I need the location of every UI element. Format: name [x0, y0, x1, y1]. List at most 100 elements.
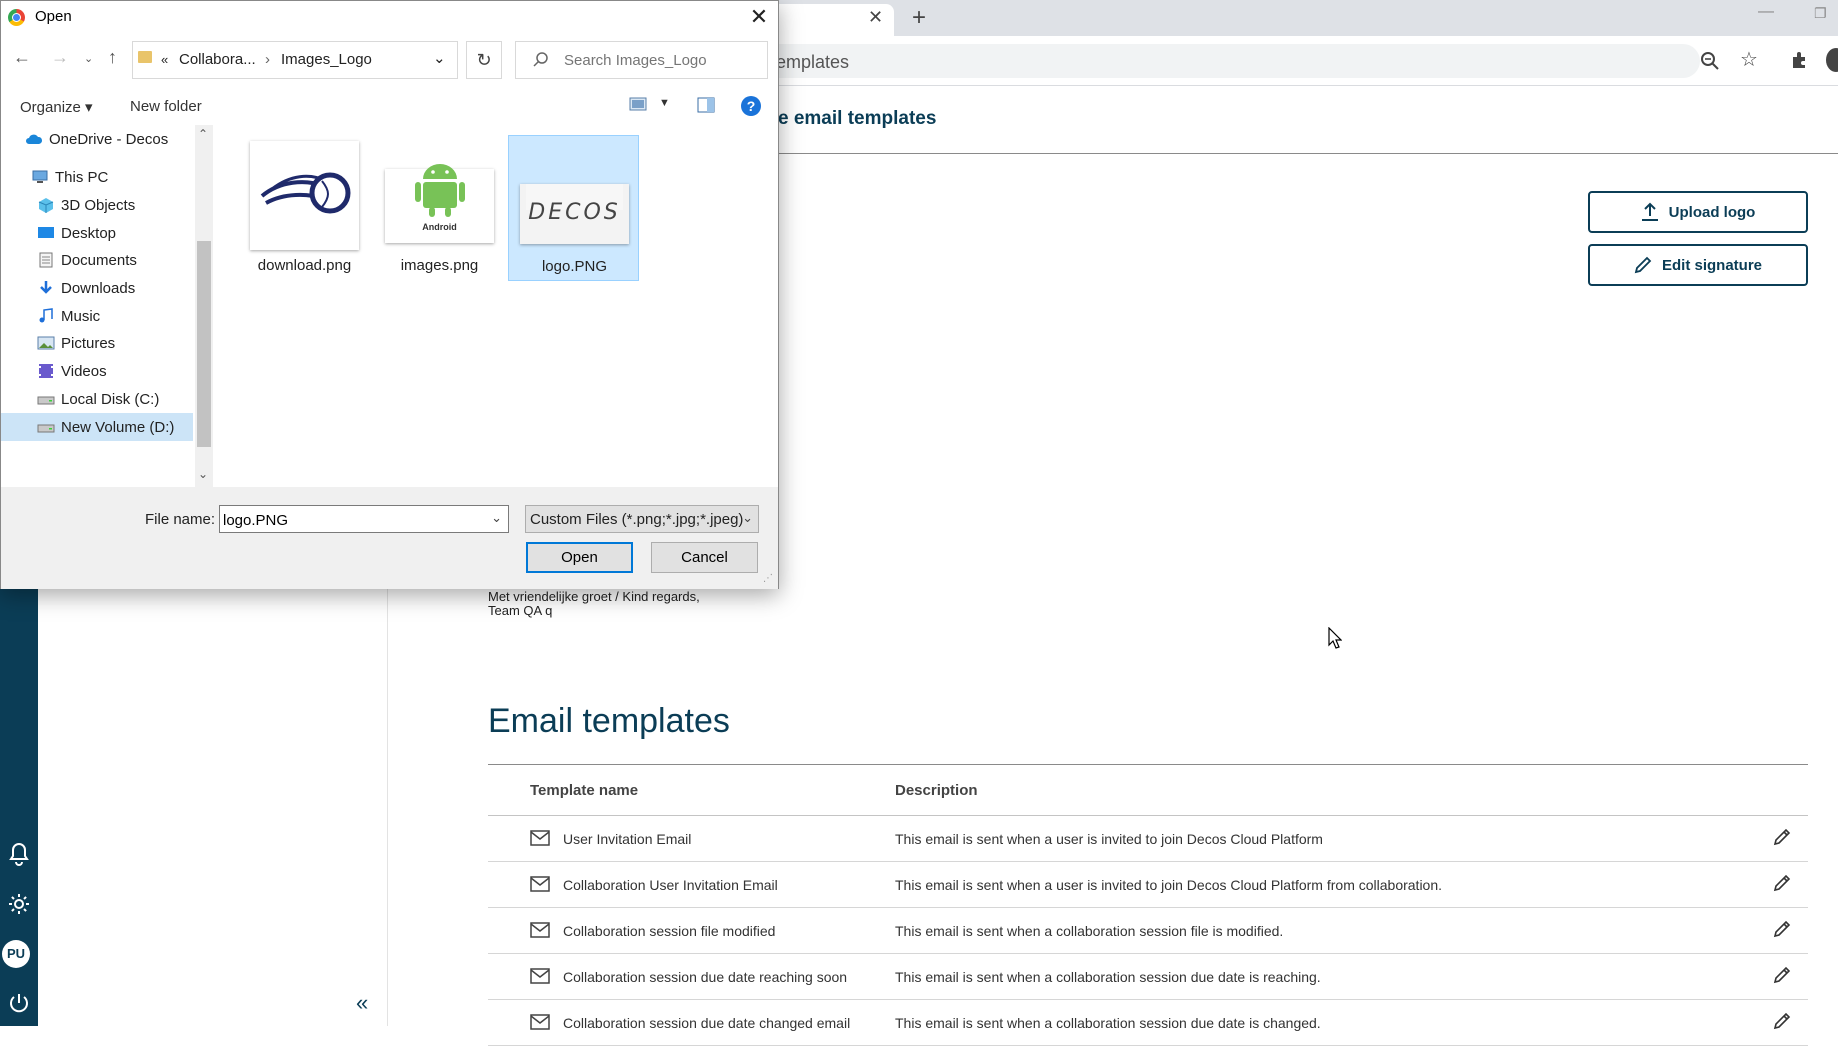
preview-pane-icon[interactable] [697, 97, 715, 117]
table-header: Template name Description [488, 764, 1808, 816]
cloud-icon [26, 134, 43, 144]
back-arrow-icon[interactable]: ← [13, 48, 31, 66]
edit-signature-button[interactable]: Edit signature [1588, 244, 1808, 286]
up-folder-arrow-icon[interactable]: ↑ [108, 48, 117, 66]
edit-template-pencil-icon[interactable] [1773, 874, 1791, 897]
extensions-icon[interactable] [1790, 50, 1810, 74]
zoom-icon[interactable] [1700, 51, 1720, 75]
restore-window-icon[interactable]: ❐ [1814, 6, 1827, 20]
nav-item[interactable]: Local Disk (C:) [1, 385, 193, 413]
logout-power-icon[interactable] [0, 992, 38, 1019]
refresh-button[interactable]: ↻ [466, 41, 502, 79]
nav-item-label: Documents [61, 251, 137, 269]
open-button[interactable]: Open [526, 542, 633, 573]
navigation-pane: OneDrive - Decos This PC 3D Objects Desktop… [1, 125, 215, 487]
nav-item[interactable]: Downloads [1, 274, 193, 302]
file-name-label: File name: [145, 511, 216, 528]
cancel-button[interactable]: Cancel [651, 542, 758, 573]
organize-menu[interactable]: Organize ▾ [20, 98, 93, 116]
nav-item[interactable]: OneDrive - Decos [1, 125, 193, 153]
change-view-icon[interactable] [629, 97, 647, 115]
nav-item[interactable]: This PC [1, 163, 193, 191]
dialog-footer [1, 487, 778, 589]
settings-gear-icon[interactable] [0, 892, 38, 921]
help-icon[interactable]: ? [741, 96, 761, 116]
scroll-up-arrow-icon[interactable]: ⌃ [198, 127, 208, 141]
chrome-icon [8, 9, 25, 26]
edit-template-pencil-icon[interactable] [1773, 966, 1791, 989]
nav-item[interactable]: Music [1, 302, 193, 330]
path-dropdown-chevron-icon[interactable]: ⌄ [433, 49, 446, 67]
music-icon [39, 308, 53, 323]
template-name: Collaboration session file modified [563, 923, 776, 939]
new-tab-icon[interactable]: + [912, 6, 926, 30]
template-name: Collaboration session due date reaching … [563, 969, 848, 985]
search-input[interactable] [564, 50, 759, 70]
template-description: This email is sent when a collaboration … [895, 923, 1284, 939]
nav-item[interactable]: Videos [1, 357, 193, 385]
folder-icon [138, 51, 152, 63]
mail-icon [530, 922, 550, 943]
address-bar[interactable] [700, 44, 1700, 78]
upload-logo-button[interactable]: Upload logo [1588, 191, 1808, 233]
minimize-window-icon[interactable]: — [1758, 4, 1774, 20]
thumbnail-caption: Android [422, 222, 457, 232]
view-options-dropdown-icon[interactable]: ▼ [659, 97, 670, 109]
forward-arrow-icon[interactable]: → [51, 48, 69, 66]
edit-template-pencil-icon[interactable] [1773, 920, 1791, 943]
drive-icon [37, 396, 55, 405]
address-bar-url: emplates [776, 52, 850, 72]
bookmark-star-icon[interactable]: ☆ [1740, 50, 1758, 70]
dialog-close-button[interactable]: ✕ [745, 3, 773, 31]
notifications-bell-icon[interactable] [0, 842, 38, 871]
file-list-area: download.png Android images.png DECOS logo.P… [215, 125, 778, 487]
file-item[interactable]: Android images.png [374, 135, 505, 281]
table-row: User Invitation Email This email is sent … [488, 816, 1808, 862]
search-folder-box[interactable] [515, 41, 768, 79]
nav-item[interactable]: New Volume (D:) [1, 413, 193, 441]
breadcrumb-parent[interactable]: Collabora... [179, 51, 256, 68]
column-header-template-name: Template name [530, 782, 639, 799]
upload-icon [1641, 202, 1658, 221]
pictures-icon [37, 336, 55, 350]
file-thumbnail: DECOS [520, 184, 629, 244]
scroll-down-arrow-icon[interactable]: ⌄ [198, 467, 208, 481]
file-name-field[interactable]: ⌄ [219, 505, 509, 533]
signature-line: Team QA q [488, 603, 553, 618]
breadcrumb-current[interactable]: Images_Logo [281, 51, 372, 68]
template-name: Collaboration session due date changed e… [563, 1015, 851, 1031]
nav-item[interactable]: Documents [1, 246, 193, 274]
nav-item[interactable]: Desktop [1, 219, 193, 247]
close-tab-icon[interactable]: ✕ [868, 8, 883, 26]
edit-template-pencil-icon[interactable] [1773, 828, 1791, 851]
new-folder-button[interactable]: New folder [130, 98, 202, 115]
resize-grip-icon[interactable]: ⋰ [763, 573, 773, 584]
file-name: download.png [257, 257, 352, 274]
file-type-select[interactable]: Custom Files (*.png;*.jpg;*.jpeg) ⌄ [525, 505, 759, 533]
scrollbar-thumb[interactable] [197, 241, 211, 447]
file-item[interactable]: DECOS logo.PNG [508, 135, 639, 281]
thumbnail-caption: DECOS [528, 200, 621, 225]
file-name-input[interactable] [223, 510, 478, 530]
edit-template-pencil-icon[interactable] [1773, 1012, 1791, 1035]
baseball-logo [260, 172, 351, 214]
file-thumbnail [250, 141, 359, 250]
collapse-sidebar-button[interactable]: « [356, 990, 368, 1016]
recent-locations-chevron-icon[interactable]: ⌄ [84, 54, 93, 65]
file-item[interactable]: download.png [239, 135, 370, 281]
dialog-title: Open [35, 8, 72, 25]
file-type-value: Custom Files (*.png;*.jpg;*.jpeg) [530, 511, 744, 528]
user-avatar[interactable]: PU [2, 940, 30, 968]
file-thumbnail: Android [385, 164, 494, 243]
nav-item-label: New Volume (D:) [61, 418, 175, 436]
breadcrumb-separator[interactable]: › [265, 51, 270, 68]
nav-item-label: Local Disk (C:) [61, 390, 160, 408]
nav-item-label: OneDrive - Decos [49, 130, 169, 148]
nav-item[interactable]: Pictures [1, 329, 193, 357]
edit-signature-label: Edit signature [1661, 256, 1762, 274]
nav-item[interactable]: 3D Objects [1, 191, 193, 219]
breadcrumb-overflow[interactable]: « [161, 52, 168, 67]
file-name-dropdown-icon[interactable]: ⌄ [491, 510, 502, 526]
nav-item-label: This PC [55, 168, 109, 186]
search-icon [532, 51, 550, 74]
